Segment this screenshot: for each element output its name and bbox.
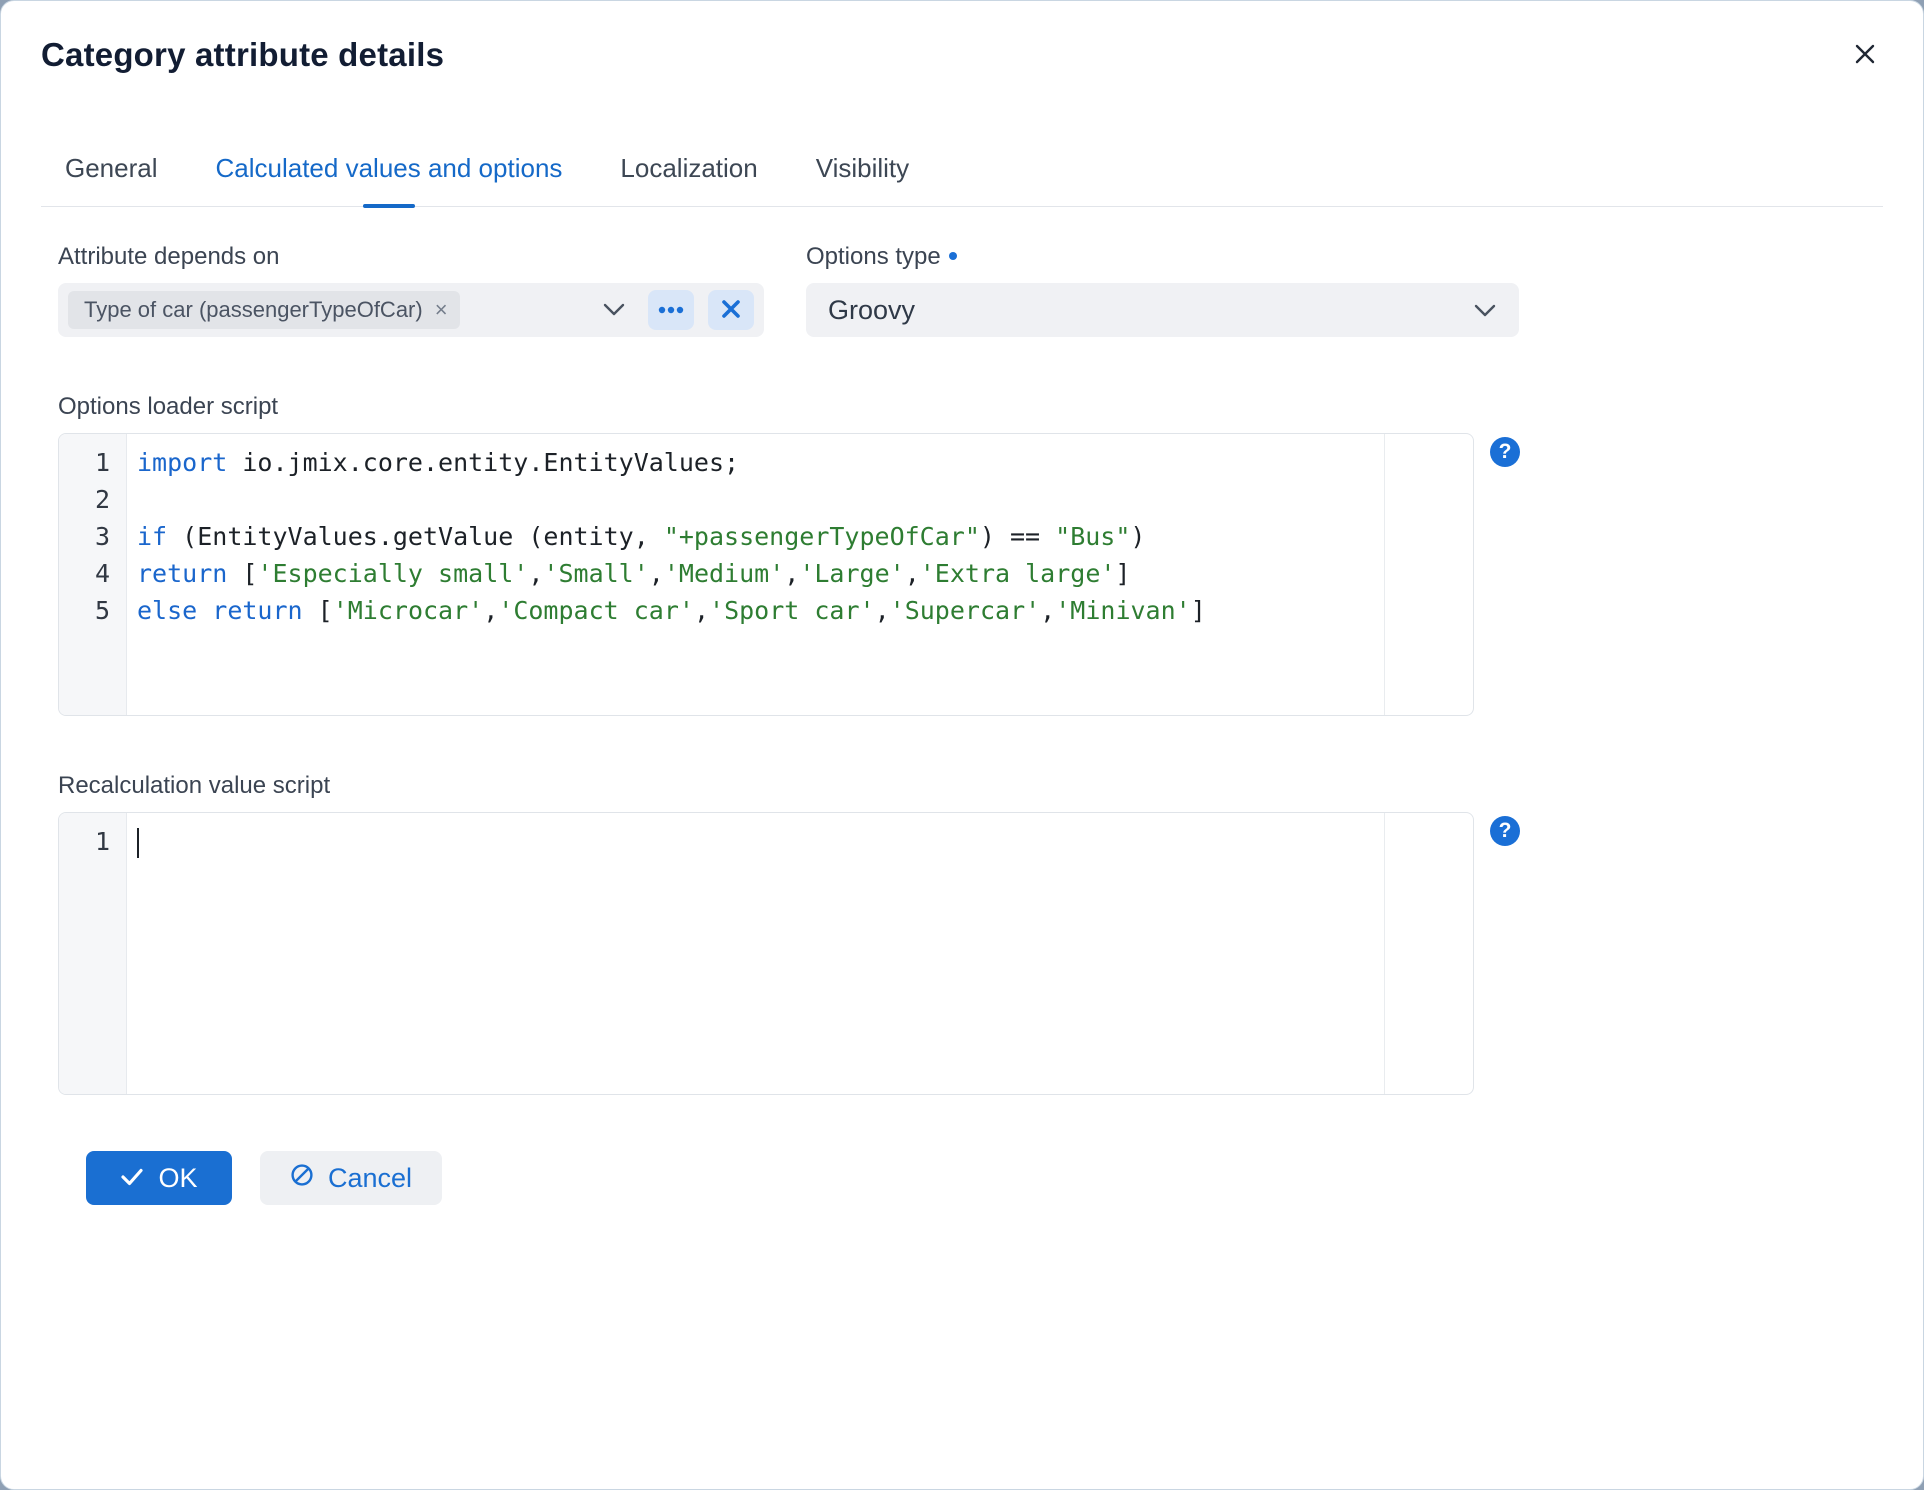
dialog-header: Category attribute details: [1, 1, 1923, 75]
help-icon[interactable]: ?: [1490, 437, 1520, 467]
recalculation-value-script-label: Recalculation value script: [58, 772, 331, 799]
close-icon: [1853, 42, 1877, 69]
options-type-label: Options type: [806, 243, 1519, 271]
close-button[interactable]: [1845, 35, 1885, 75]
ellipsis-icon: [658, 303, 684, 318]
tab-content: Attribute depends on Type of car (passen…: [1, 243, 1923, 1205]
recalculation-value-script-editor[interactable]: 1: [58, 812, 1474, 1095]
options-type-value: Groovy: [828, 294, 916, 325]
code-area[interactable]: import io.jmix.core.entity.EntityValues;…: [127, 434, 1473, 715]
cancel-button[interactable]: Cancel: [260, 1151, 443, 1205]
options-type-select[interactable]: Groovy: [806, 283, 1519, 337]
options-loader-script-label: Options loader script: [58, 393, 279, 420]
clear-x-icon: [721, 299, 741, 322]
more-options-button[interactable]: [648, 290, 694, 330]
tab-general[interactable]: General: [65, 153, 158, 206]
tab-visibility[interactable]: Visibility: [816, 153, 909, 206]
attribute-depends-on-field[interactable]: Type of car (passengerTypeOfCar) ×: [58, 283, 764, 337]
tab-bar: General Calculated values and options Lo…: [41, 153, 1883, 207]
line-number-gutter: 1: [59, 813, 127, 1094]
tab-localization[interactable]: Localization: [620, 153, 757, 206]
chip-label: Type of car (passengerTypeOfCar): [84, 297, 423, 322]
code-area[interactable]: [127, 813, 1473, 1094]
line-number-gutter: 12345: [59, 434, 127, 715]
attribute-depends-on-label: Attribute depends on: [58, 243, 280, 270]
text-cursor: [137, 828, 139, 858]
selected-value-chip: Type of car (passengerTypeOfCar) ×: [68, 291, 460, 329]
help-icon[interactable]: ?: [1490, 816, 1520, 846]
dialog-actions: OK Cancel: [86, 1151, 1883, 1205]
chip-remove-icon[interactable]: ×: [435, 299, 448, 321]
ban-icon: [290, 1163, 314, 1194]
check-icon: [120, 1163, 144, 1194]
dialog-title: Category attribute details: [41, 36, 445, 73]
ok-button[interactable]: OK: [86, 1151, 232, 1205]
chevron-down-icon: [1473, 295, 1497, 326]
chevron-down-icon[interactable]: [594, 302, 634, 318]
clear-selection-button[interactable]: [708, 290, 754, 330]
required-indicator: [948, 252, 957, 260]
category-attribute-details-dialog: Category attribute details General Calcu…: [0, 0, 1924, 1490]
tab-calculated-values-and-options[interactable]: Calculated values and options: [216, 153, 563, 206]
options-loader-script-editor[interactable]: 12345 import io.jmix.core.entity.EntityV…: [58, 433, 1474, 716]
